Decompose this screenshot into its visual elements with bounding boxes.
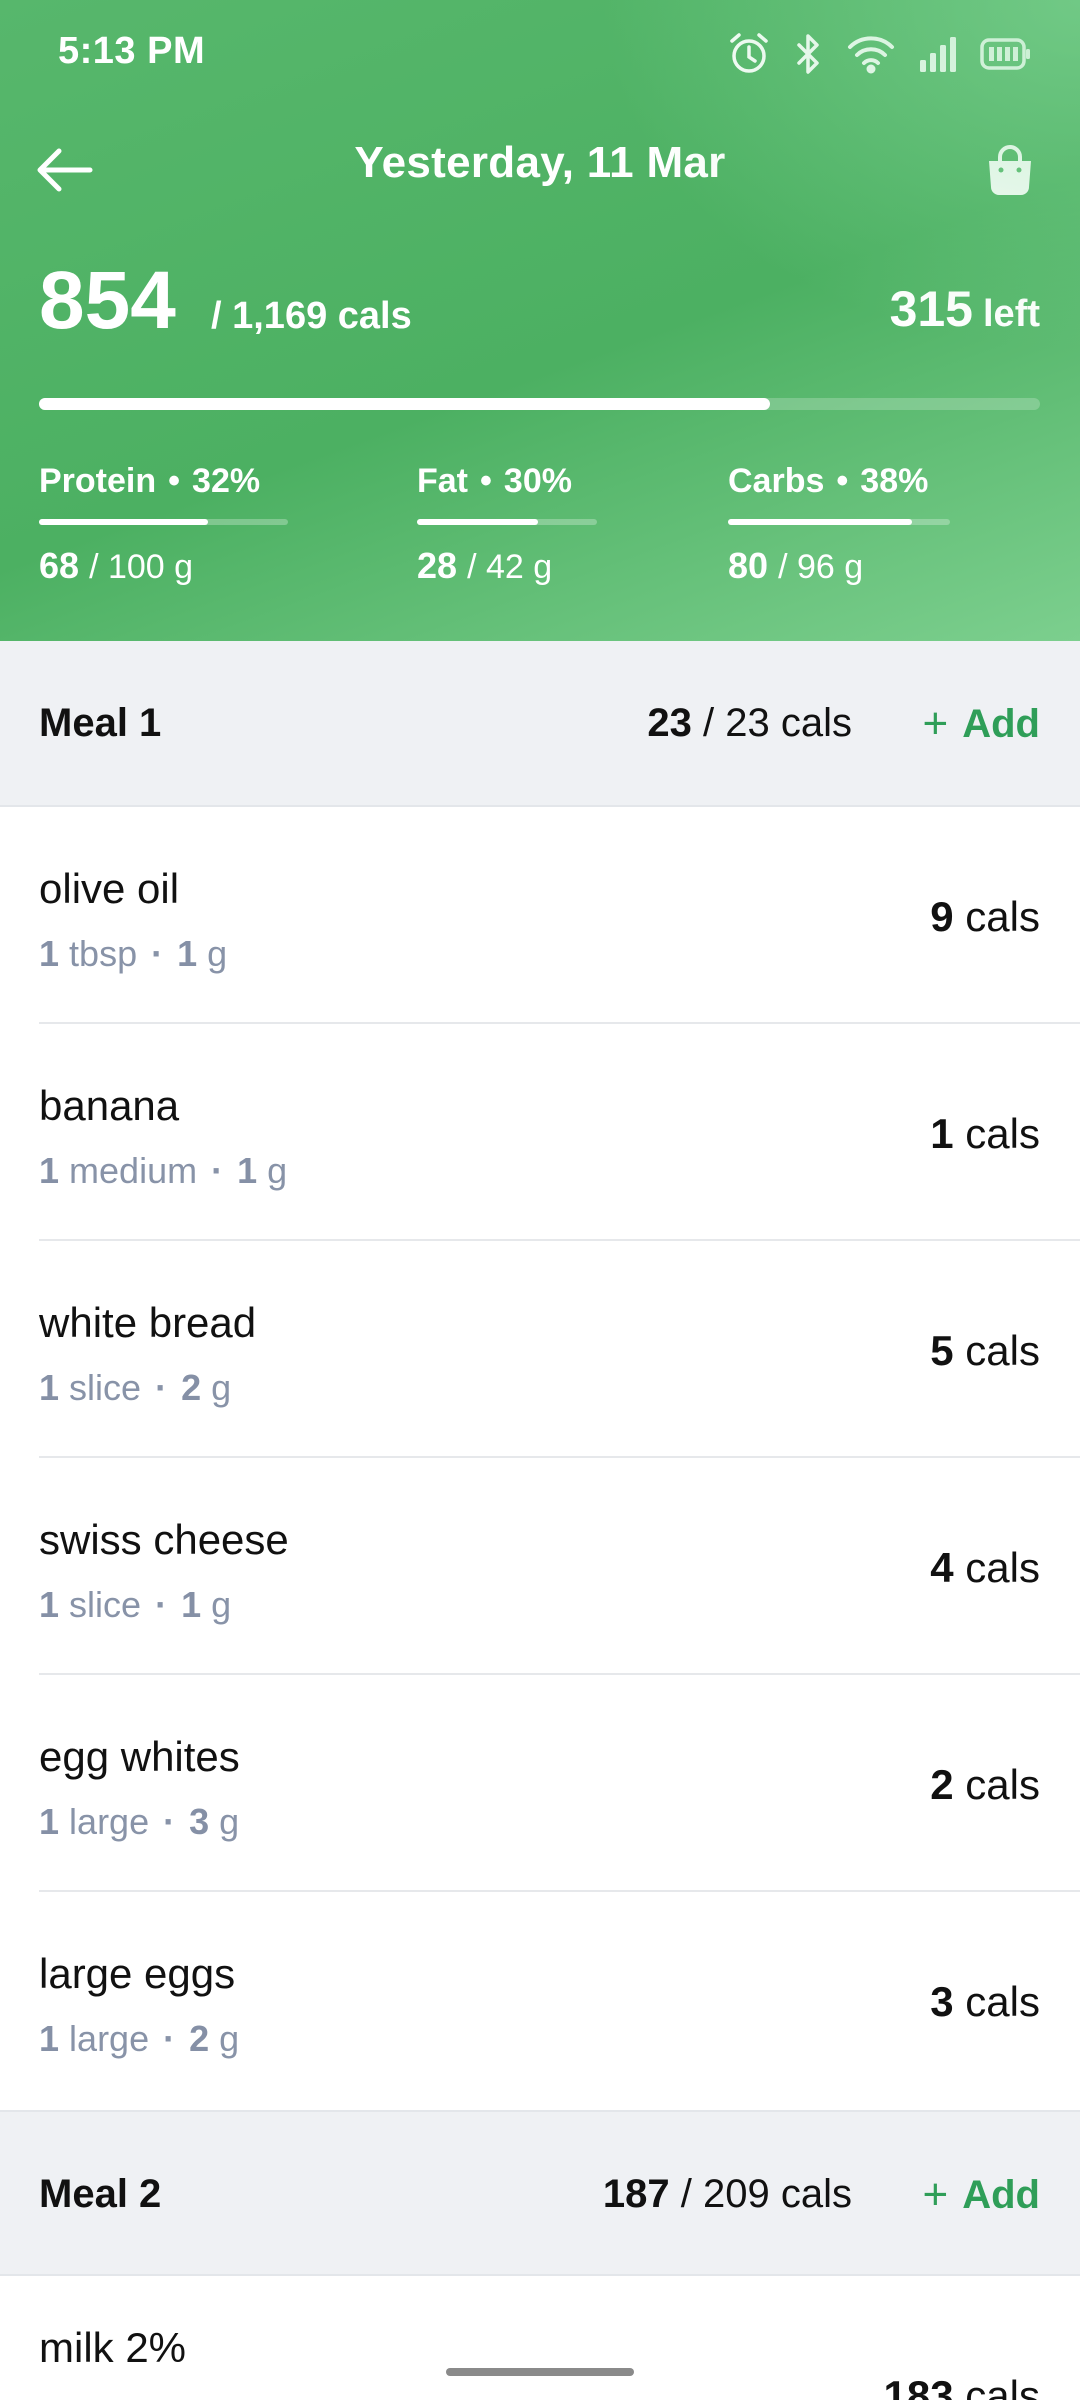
macro-progress-fill bbox=[728, 519, 913, 525]
macro-percent: 38% bbox=[860, 462, 929, 500]
status-time: 5:13 PM bbox=[58, 30, 206, 72]
macro-progress-fill bbox=[417, 519, 538, 525]
macro-percent: 30% bbox=[503, 462, 572, 500]
calories-left-value: 315 bbox=[889, 281, 973, 337]
food-item[interactable]: large eggs 1 large · 2 g 3 cals bbox=[0, 1892, 1080, 2109]
meal-calories: 23 / 23 cals bbox=[647, 701, 852, 746]
macro-fat: Fat • 30% 28 / 42 g bbox=[417, 462, 597, 587]
wifi-icon bbox=[846, 34, 896, 74]
food-name: milk 2% bbox=[39, 2324, 187, 2371]
food-calories: 5 cals bbox=[930, 1327, 1040, 1374]
food-name: swiss cheese bbox=[39, 1516, 289, 1563]
macro-percent: 32% bbox=[192, 462, 261, 500]
food-name: banana bbox=[39, 1082, 180, 1129]
food-name: egg whites bbox=[39, 1733, 240, 1780]
food-name: white bread bbox=[39, 1299, 257, 1346]
calories-eaten: 854 bbox=[39, 255, 176, 346]
meal-calories-eaten: 187 bbox=[602, 2172, 670, 2216]
food-item[interactable]: white bread 1 slice · 2 g 5 cals bbox=[0, 1241, 1080, 1458]
add-label: Add bbox=[962, 2172, 1040, 2217]
macro-goal: / 100 g bbox=[89, 548, 194, 586]
macro-progress-fill bbox=[39, 519, 209, 525]
home-indicator[interactable] bbox=[446, 2368, 634, 2376]
status-bar: 5:13 PM bbox=[0, 0, 1080, 110]
calorie-progress-fill bbox=[39, 398, 770, 410]
food-calories: 4 cals bbox=[930, 1544, 1040, 1591]
food-item[interactable]: olive oil 1 tbsp · 1 g 9 cals bbox=[0, 807, 1080, 1024]
shopping-bag-icon bbox=[989, 145, 1031, 195]
add-food-button[interactable]: + Add bbox=[923, 2170, 1040, 2220]
calorie-summary: 854 / 1,169 cals 315 left bbox=[39, 255, 1040, 352]
status-icons bbox=[726, 30, 1032, 78]
macro-name: Carbs bbox=[728, 462, 825, 500]
food-item[interactable]: egg whites 1 large · 3 g 2 cals bbox=[0, 1675, 1080, 1892]
meal-calories-eaten: 23 bbox=[647, 701, 692, 745]
macro-progress-bar bbox=[417, 519, 597, 525]
alarm-icon bbox=[726, 31, 772, 77]
food-calories: 1 cals bbox=[930, 1110, 1040, 1157]
add-food-button[interactable]: + Add bbox=[923, 699, 1040, 749]
add-label: Add bbox=[962, 701, 1040, 746]
meal-calories-total: / 209 cals bbox=[669, 2172, 852, 2216]
food-calories: 2 cals bbox=[930, 1761, 1040, 1808]
meal-header: Meal 1 23 / 23 cals + Add bbox=[0, 641, 1080, 807]
macro-name: Fat bbox=[417, 462, 468, 500]
signal-icon bbox=[918, 34, 958, 74]
macro-goal: / 42 g bbox=[467, 548, 553, 586]
macro-goal: / 96 g bbox=[778, 548, 864, 586]
food-serving: 1 slice · 2 g bbox=[39, 1367, 232, 1408]
calories-goal: / 1,169 cals bbox=[211, 295, 412, 337]
plus-icon: + bbox=[922, 2170, 949, 2219]
macro-protein: Protein • 32% 68 / 100 g bbox=[39, 462, 288, 587]
food-serving: 1 medium · 1 g bbox=[39, 1150, 288, 1191]
food-name: olive oil bbox=[39, 865, 180, 912]
food-serving: 1 large · 2 g bbox=[39, 2018, 240, 2059]
food-name: large eggs bbox=[39, 1950, 236, 1997]
top-app-bar: Yesterday, 11 Mar bbox=[0, 120, 1080, 216]
meal-calories-total: / 23 cals bbox=[691, 701, 852, 745]
bluetooth-icon bbox=[794, 31, 824, 77]
food-serving: 1 tbsp · 1 g bbox=[39, 933, 228, 974]
page-title: Yesterday, 11 Mar bbox=[354, 138, 726, 187]
food-item[interactable]: milk 2% 183 cals bbox=[0, 2276, 1080, 2400]
food-item[interactable]: swiss cheese 1 slice · 1 g 4 cals bbox=[0, 1458, 1080, 1675]
meal-header: Meal 2 187 / 209 cals + Add bbox=[0, 2110, 1080, 2276]
macro-progress-bar bbox=[39, 519, 288, 525]
shop-button[interactable] bbox=[970, 130, 1050, 210]
plus-icon: + bbox=[922, 699, 949, 748]
meal-calories: 187 / 209 cals bbox=[603, 2172, 852, 2217]
food-calories: 9 cals bbox=[930, 893, 1040, 940]
summary-header: 5:13 PM Yesterday, 11 Mar 854 / 1,169 ca… bbox=[0, 0, 1080, 641]
macro-carbs: Carbs • 38% 80 / 96 g bbox=[728, 462, 950, 587]
macro-name: Protein bbox=[39, 462, 157, 500]
food-calories: 3 cals bbox=[930, 1978, 1040, 2025]
macro-progress-bar bbox=[728, 519, 950, 525]
macro-value: 80 bbox=[728, 545, 769, 586]
macro-value: 28 bbox=[417, 545, 458, 586]
meal-title: Meal 2 bbox=[39, 2172, 162, 2216]
food-serving: 1 slice · 1 g bbox=[39, 1584, 232, 1625]
meal-title: Meal 1 bbox=[39, 701, 162, 745]
food-calories: 183 cals bbox=[883, 2372, 1040, 2400]
calories-left: 315 left bbox=[890, 280, 1040, 338]
food-item[interactable]: banana 1 medium · 1 g 1 cals bbox=[0, 1024, 1080, 1241]
food-serving: 1 large · 3 g bbox=[39, 1801, 240, 1842]
macro-value: 68 bbox=[39, 545, 80, 586]
calories-left-label: left bbox=[983, 293, 1040, 335]
calorie-progress-bar bbox=[39, 398, 1040, 410]
battery-icon bbox=[980, 37, 1032, 71]
